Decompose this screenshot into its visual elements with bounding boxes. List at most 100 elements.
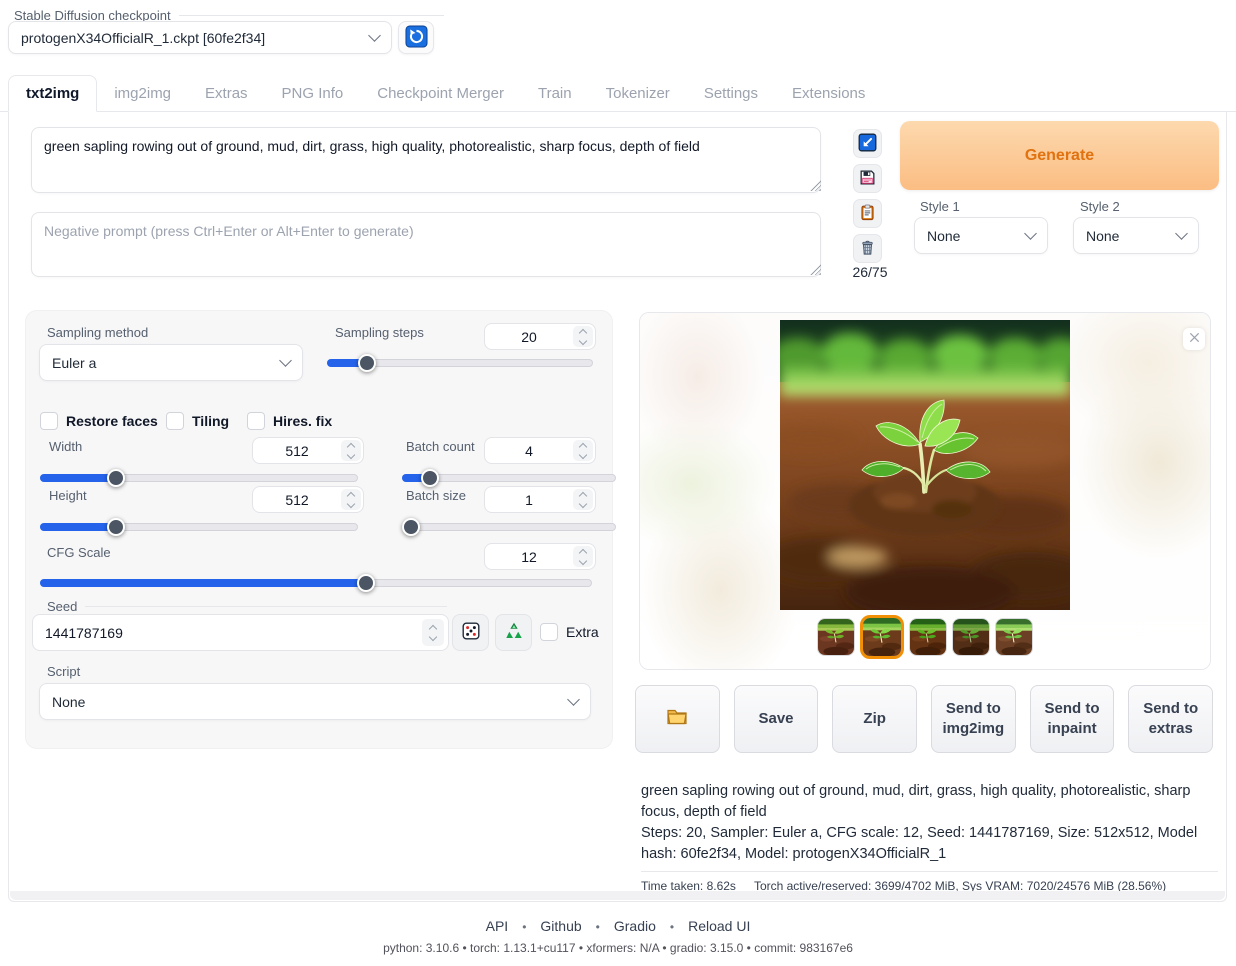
slider-handle[interactable] — [402, 518, 420, 536]
send-to-img2img-button[interactable]: Send to img2img — [931, 685, 1016, 753]
hires-fix-checkbox[interactable] — [247, 412, 265, 430]
prompt-input[interactable]: green sapling rowing out of ground, mud,… — [31, 127, 821, 193]
style1-dropdown[interactable]: None — [914, 217, 1048, 254]
tab-tokenizer[interactable]: Tokenizer — [589, 76, 687, 111]
gallery-thumbnail[interactable] — [995, 618, 1033, 656]
script-dropdown[interactable]: None — [39, 683, 591, 720]
gallery-thumbnail[interactable] — [817, 618, 855, 656]
seed-input[interactable]: 1441787169 — [32, 614, 449, 651]
cfg-scale-input[interactable]: 12 — [484, 543, 596, 570]
seed-label: Seed — [47, 599, 77, 614]
script-label: Script — [47, 664, 80, 679]
extra-seed-label: Extra — [566, 624, 599, 640]
seed-group-label-row: Seed — [47, 599, 447, 614]
script-value: None — [52, 694, 85, 710]
tab-img2img[interactable]: img2img — [97, 76, 188, 111]
slider-handle[interactable] — [357, 574, 375, 592]
footer-link-api[interactable]: API — [486, 918, 509, 934]
width-input[interactable]: 512 — [252, 437, 364, 464]
tiling-checkbox[interactable] — [166, 412, 184, 430]
batch-size-input[interactable]: 1 — [484, 486, 596, 513]
style2-dropdown[interactable]: None — [1073, 217, 1199, 254]
result-gallery — [639, 312, 1211, 670]
batch-size-label: Batch size — [406, 488, 466, 503]
folder-icon — [665, 704, 689, 734]
sampling-steps-input[interactable]: 20 — [484, 323, 596, 350]
chevron-down-icon — [1175, 227, 1188, 240]
send-to-inpaint-button[interactable]: Send to inpaint — [1030, 685, 1115, 753]
panel-bottom-strip — [10, 891, 1225, 900]
stepper-arrows[interactable] — [573, 326, 593, 347]
gallery-thumbnail[interactable] — [952, 618, 990, 656]
txt2img-panel: green sapling rowing out of ground, mud,… — [8, 112, 1227, 902]
footer-link-gradio[interactable]: Gradio — [614, 918, 656, 934]
stable-diffusion-webui: Stable Diffusion checkpoint protogenX34O… — [0, 0, 1236, 966]
slider-handle[interactable] — [358, 354, 376, 372]
sampling-steps-label: Sampling steps — [335, 325, 424, 340]
tab-txt2img[interactable]: txt2img — [8, 75, 97, 112]
generated-image[interactable] — [780, 320, 1070, 610]
send-to-extras-button[interactable]: Send to extras — [1128, 685, 1213, 753]
reuse-seed-button[interactable] — [495, 614, 532, 651]
cfg-scale-slider[interactable] — [40, 574, 592, 592]
tab-extras[interactable]: Extras — [188, 76, 265, 111]
slider-handle[interactable] — [421, 469, 439, 487]
stepper-arrows[interactable] — [341, 489, 361, 510]
save-button[interactable]: Save — [734, 685, 819, 753]
clipboard-icon — [858, 203, 877, 225]
batch-size-slider[interactable] — [402, 518, 616, 536]
refresh-checkpoint-button[interactable] — [398, 21, 434, 54]
zip-button[interactable]: Zip — [832, 685, 917, 753]
generation-info: green sapling rowing out of ground, mud,… — [641, 781, 1218, 895]
extra-seed-checkbox[interactable] — [540, 623, 558, 641]
chevron-down-icon — [1024, 227, 1037, 240]
apply-style-button[interactable] — [853, 199, 882, 228]
footer-bullet: • — [596, 920, 600, 934]
sampling-method-dropdown[interactable]: Euler a — [39, 344, 303, 381]
stepper-arrows[interactable] — [422, 619, 444, 646]
batch-count-slider[interactable] — [402, 469, 616, 487]
gallery-thumbnail[interactable] — [860, 615, 904, 659]
clear-prompt-button[interactable] — [853, 234, 882, 263]
close-gallery-button[interactable] — [1183, 328, 1205, 350]
stepper-arrows[interactable] — [573, 489, 593, 510]
restore-faces-checkbox[interactable] — [40, 412, 58, 430]
save-style-button[interactable] — [853, 164, 882, 193]
slider-handle[interactable] — [107, 469, 125, 487]
checkpoint-value: protogenX34OfficialR_1.ckpt [60fe2f34] — [21, 30, 265, 46]
slider-handle[interactable] — [107, 518, 125, 536]
stepper-arrows[interactable] — [573, 546, 593, 567]
random-seed-button[interactable] — [452, 614, 489, 651]
width-slider[interactable] — [40, 469, 358, 487]
negative-prompt-input[interactable] — [31, 212, 821, 277]
output-actions: Save Zip Send to img2img Send to inpaint… — [635, 685, 1213, 753]
width-label: Width — [49, 439, 82, 454]
tiling-label: Tiling — [192, 413, 229, 429]
footer-bullet: • — [670, 920, 674, 934]
stepper-arrows[interactable] — [573, 440, 593, 461]
height-label: Height — [49, 488, 87, 503]
gallery-thumbnail[interactable] — [909, 618, 947, 656]
tab-extensions[interactable]: Extensions — [775, 76, 882, 111]
stepper-arrows[interactable] — [341, 440, 361, 461]
footer-bullet: • — [522, 920, 526, 934]
paste-arrow-icon — [858, 133, 877, 155]
gallery-thumbnails — [640, 615, 1210, 659]
tab-checkpoint-merger[interactable]: Checkpoint Merger — [360, 76, 521, 111]
footer-link-reload-ui[interactable]: Reload UI — [688, 918, 750, 934]
height-input[interactable]: 512 — [252, 486, 364, 513]
restore-faces-label: Restore faces — [66, 413, 158, 429]
footer-link-github[interactable]: Github — [540, 918, 581, 934]
tab-png-info[interactable]: PNG Info — [265, 76, 361, 111]
tab-train[interactable]: Train — [521, 76, 589, 111]
paste-generation-params-button[interactable] — [853, 129, 882, 158]
height-slider[interactable] — [40, 518, 358, 536]
tab-settings[interactable]: Settings — [687, 76, 775, 111]
generate-button[interactable]: Generate — [900, 121, 1219, 190]
version-info: python: 3.10.6 • torch: 1.13.1+cu117 • x… — [0, 941, 1236, 955]
sampling-method-value: Euler a — [52, 355, 96, 371]
checkpoint-dropdown[interactable]: protogenX34OfficialR_1.ckpt [60fe2f34] — [8, 21, 392, 54]
batch-count-input[interactable]: 4 — [484, 437, 596, 464]
open-output-folder-button[interactable] — [635, 685, 720, 753]
sampling-steps-slider[interactable] — [327, 354, 593, 372]
